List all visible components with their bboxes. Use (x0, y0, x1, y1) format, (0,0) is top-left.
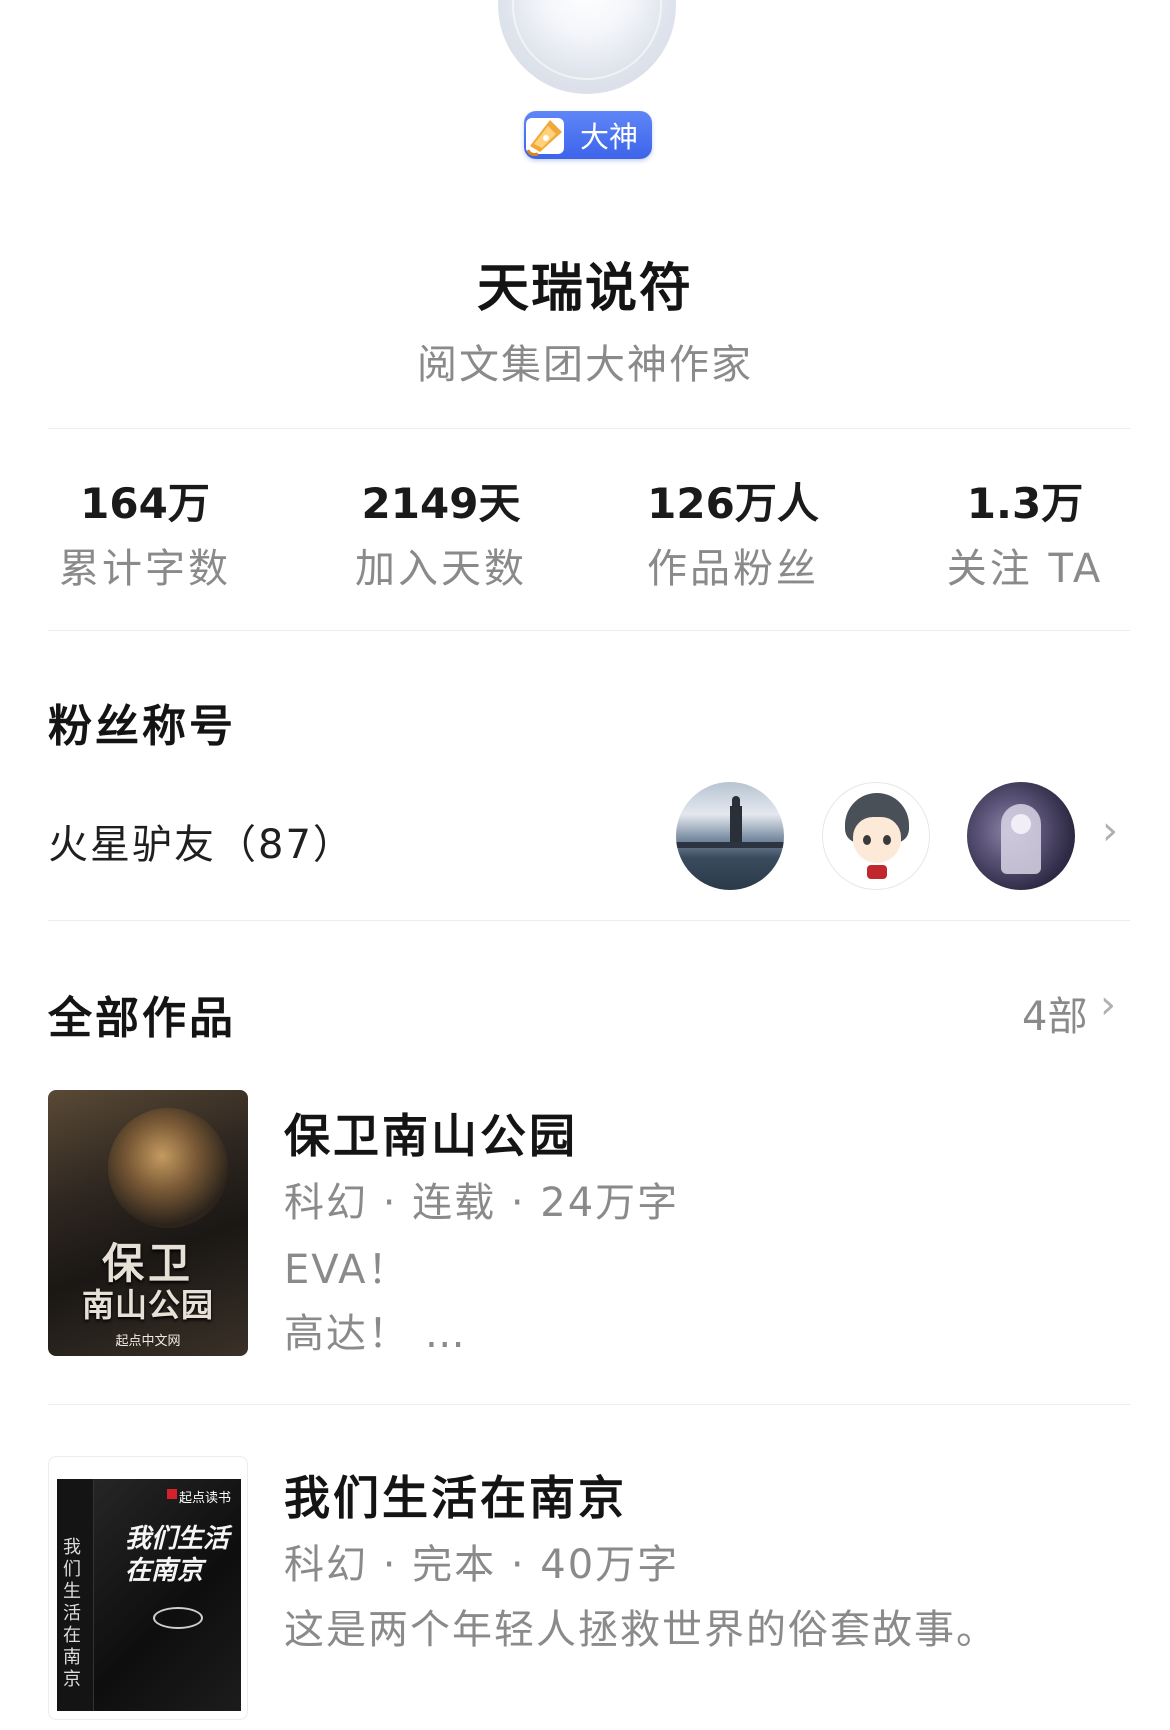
stat-label: 加入天数 (355, 546, 527, 592)
fan-avatar[interactable] (676, 782, 784, 890)
divider (48, 630, 1130, 631)
book-description: EVA！ (284, 1247, 410, 1293)
cover-publisher: 起点读书 (179, 1491, 232, 1506)
fan-title-section-heading: 粉丝称号 (48, 701, 236, 752)
fan-avatar[interactable] (822, 782, 930, 890)
book-description: 这是两个年轻人拯救世界的俗套故事。 (284, 1607, 998, 1653)
author-title: 阅文集团大神作家 (417, 342, 753, 388)
stat-value: 1.3万 (966, 479, 1084, 528)
divider (48, 920, 1130, 921)
chevron-right-icon[interactable]: › (1102, 808, 1118, 854)
book-description: 高达！ … (284, 1311, 467, 1357)
stat-value: 164万 (80, 479, 210, 528)
stat-value: 126万人 (647, 479, 819, 528)
author-name: 天瑞说符 (476, 259, 693, 319)
book-title[interactable]: 我们生活在南京 (284, 1462, 627, 1528)
cover-title-main: 我们生活在南京 (125, 1524, 230, 1586)
all-works-heading: 全部作品 (48, 993, 236, 1044)
divider (48, 1404, 1130, 1405)
stat-followers[interactable]: 1.3万 关注 TA (880, 478, 1170, 594)
stat-value: 2149天 (361, 479, 521, 528)
divider (48, 428, 1130, 429)
works-count-link[interactable]: 4部 (1022, 984, 1087, 1042)
cover-publisher: 起点中文网 (115, 1334, 181, 1349)
book-meta: 科幻 · 完本 · 40万字 (284, 1542, 680, 1588)
chevron-right-icon[interactable]: › (1100, 982, 1116, 1028)
stat-word-count: 164万 累计字数 (0, 478, 290, 594)
book-meta: 科幻 · 连载 · 24万字 (284, 1180, 680, 1226)
badge-label: 大神 (579, 120, 638, 154)
fan-title-name[interactable]: 火星驴友（87） (48, 812, 355, 870)
cover-spine-text: 我们生活在南京 (63, 1537, 81, 1690)
stat-label: 关注 TA (946, 546, 1104, 592)
stat-label: 累计字数 (59, 546, 231, 592)
cover-title-sub: 南山公园 (81, 1286, 214, 1324)
book-cover[interactable]: 保卫 南山公园 起点中文网 (48, 1090, 248, 1356)
fan-avatar[interactable] (967, 782, 1075, 890)
stat-label: 作品粉丝 (647, 546, 819, 592)
book-title[interactable]: 保卫南山公园 (284, 1100, 578, 1166)
stat-work-fans[interactable]: 126万人 作品粉丝 (588, 478, 878, 594)
author-avatar[interactable] (498, 0, 676, 94)
book-cover[interactable]: 起点读书 我们生活在南京 我们生活在南京 (48, 1456, 248, 1720)
pen-nib-icon (526, 118, 564, 156)
stat-days-joined: 2149天 加入天数 (296, 478, 586, 594)
